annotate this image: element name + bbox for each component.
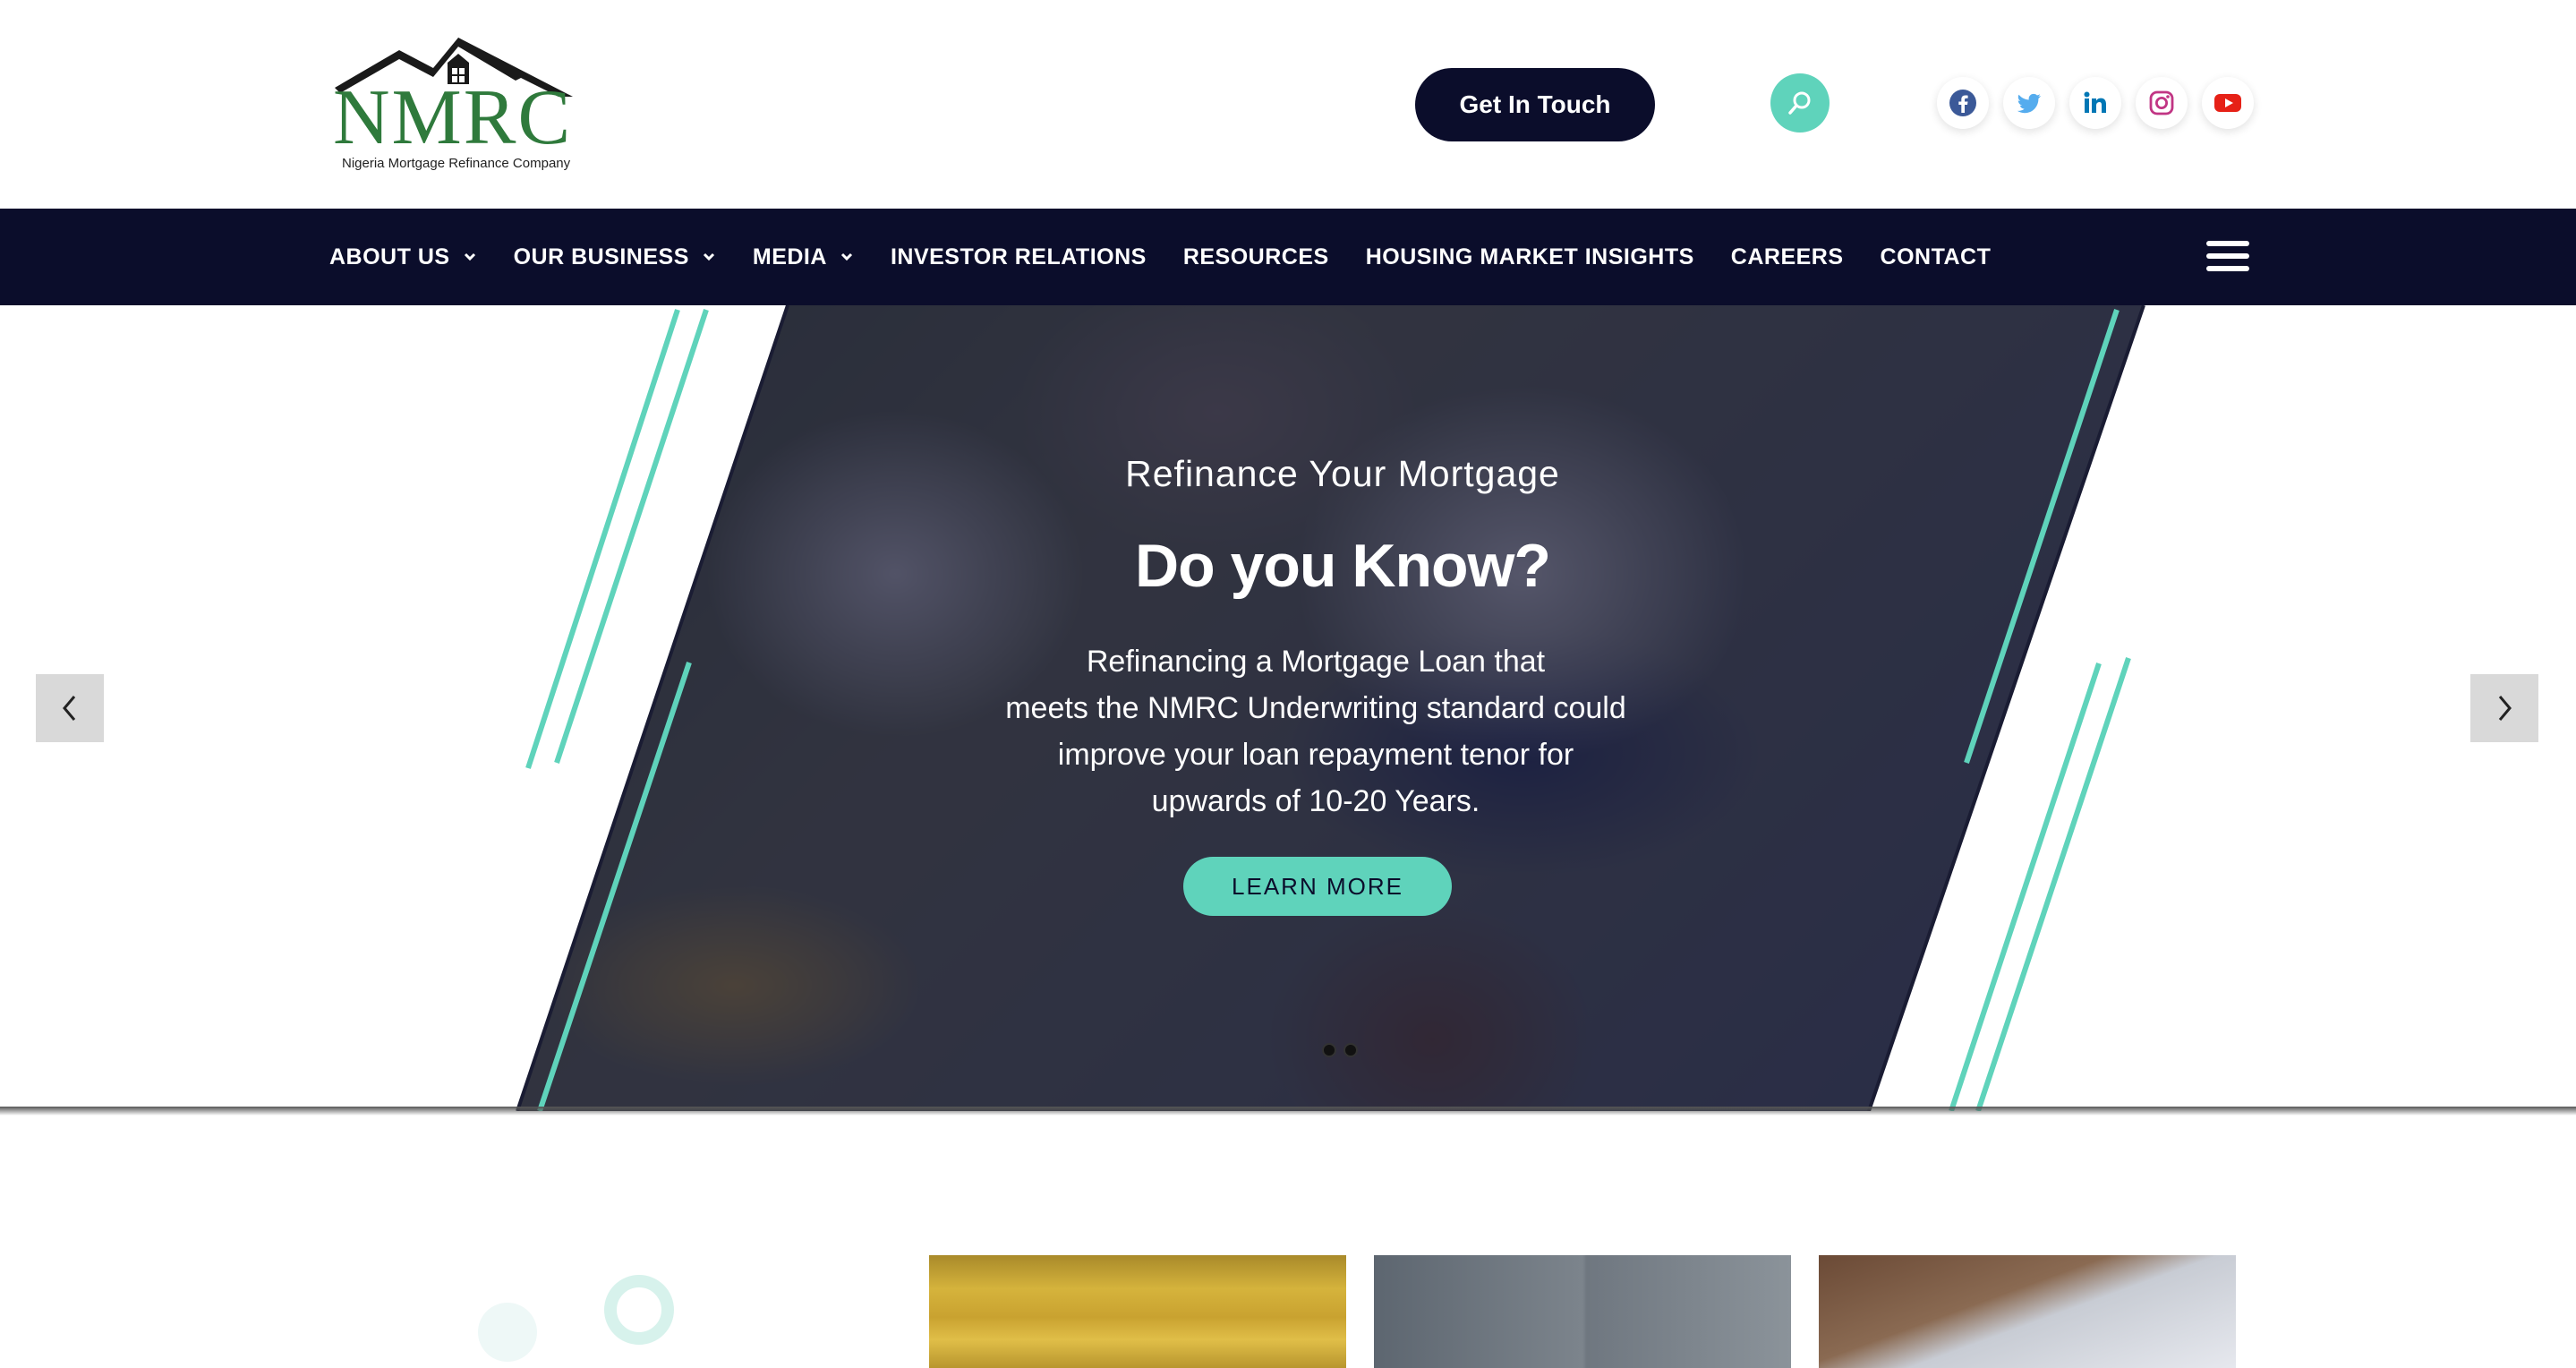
nav-item-label: MEDIA (752, 244, 827, 269)
nav-item-housing-market-insights[interactable]: HOUSING MARKET INSIGHTS (1366, 244, 1694, 270)
nav-item-label: OUR BUSINESS (513, 244, 689, 269)
slider-dot-1[interactable] (1322, 1043, 1336, 1057)
twitter-link[interactable] (2003, 77, 2055, 129)
search-button[interactable] (1770, 73, 1830, 133)
nav-item-resources[interactable]: RESOURCES (1183, 244, 1329, 270)
youtube-link[interactable] (2202, 77, 2254, 129)
search-icon (1788, 91, 1811, 115)
linkedin-icon (2084, 91, 2106, 113)
youtube-icon (2214, 94, 2241, 112)
nav-item-label: CONTACT (1880, 244, 1992, 269)
logo-wordmark: NMRC (333, 74, 573, 161)
instagram-link[interactable] (2136, 77, 2188, 129)
hero-description-line: improve your loan repayment tenor for (1057, 738, 1574, 772)
nav-item-label: CAREERS (1730, 244, 1844, 269)
nav-menu: ABOUT US OUR BUSINESS MEDIA INVESTOR REL… (329, 209, 2027, 305)
decorative-circles (478, 1275, 674, 1362)
get-in-touch-button[interactable]: Get In Touch (1415, 68, 1655, 141)
hero-subtitle: Refinance Your Mortgage (1125, 453, 1560, 494)
main-navigation: ABOUT US OUR BUSINESS MEDIA INVESTOR REL… (0, 209, 2576, 305)
twitter-icon (2017, 93, 2041, 114)
hero-description: Refinancing a Mortgage Loan that meets t… (940, 638, 1692, 825)
chevron-left-icon (63, 696, 76, 721)
linkedin-link[interactable] (2069, 77, 2121, 129)
nav-item-careers[interactable]: CAREERS (1731, 244, 1844, 270)
chevron-down-icon (702, 252, 716, 262)
learn-more-button[interactable]: LEARN MORE (1183, 857, 1452, 916)
hero-title: Do you Know? (1135, 532, 1551, 600)
chevron-down-icon (840, 252, 854, 262)
nav-item-media[interactable]: MEDIA (753, 244, 854, 270)
hero-description-line: upwards of 10-20 Years. (1151, 784, 1480, 818)
nav-item-label: RESOURCES (1182, 244, 1329, 269)
hero-description-line: meets the NMRC Underwriting standard cou… (1005, 691, 1626, 725)
feature-card-image-1[interactable] (929, 1255, 1346, 1368)
hero-description-line: Refinancing a Mortgage Loan that (1086, 645, 1546, 679)
feature-card-image-3[interactable] (1819, 1255, 2236, 1368)
nav-item-label: INVESTOR RELATIONS (890, 244, 1147, 269)
hero-bottom-shadow (0, 1107, 2576, 1116)
chevron-down-icon (463, 252, 477, 262)
social-links (1937, 77, 2254, 129)
nav-item-our-business[interactable]: OUR BUSINESS (514, 244, 716, 270)
site-header: NMRC Nigeria Mortgage Refinance Company … (0, 0, 2576, 209)
facebook-icon (1949, 90, 1976, 116)
feature-card-image-2[interactable] (1374, 1255, 1791, 1368)
chevron-right-icon (2498, 696, 2512, 721)
slider-next-button[interactable] (2470, 674, 2538, 742)
nav-item-label: ABOUT US (329, 244, 450, 269)
facebook-link[interactable] (1937, 77, 1989, 129)
slider-pagination (1322, 1043, 1358, 1057)
nav-item-investor-relations[interactable]: INVESTOR RELATIONS (891, 244, 1147, 270)
nav-item-label: HOUSING MARKET INSIGHTS (1365, 244, 1694, 269)
nav-item-about-us[interactable]: ABOUT US (329, 244, 477, 270)
nmrc-logo[interactable]: NMRC Nigeria Mortgage Refinance Company (328, 34, 584, 177)
hamburger-menu-icon[interactable] (2206, 241, 2249, 271)
hero-slider: Refinance Your Mortgage Do you Know? Ref… (0, 305, 2576, 1111)
nav-item-contact[interactable]: CONTACT (1881, 244, 1992, 270)
slider-prev-button[interactable] (36, 674, 104, 742)
instagram-icon (2149, 90, 2174, 115)
logo-tagline: Nigeria Mortgage Refinance Company (342, 156, 571, 171)
slider-dot-2[interactable] (1343, 1043, 1358, 1057)
